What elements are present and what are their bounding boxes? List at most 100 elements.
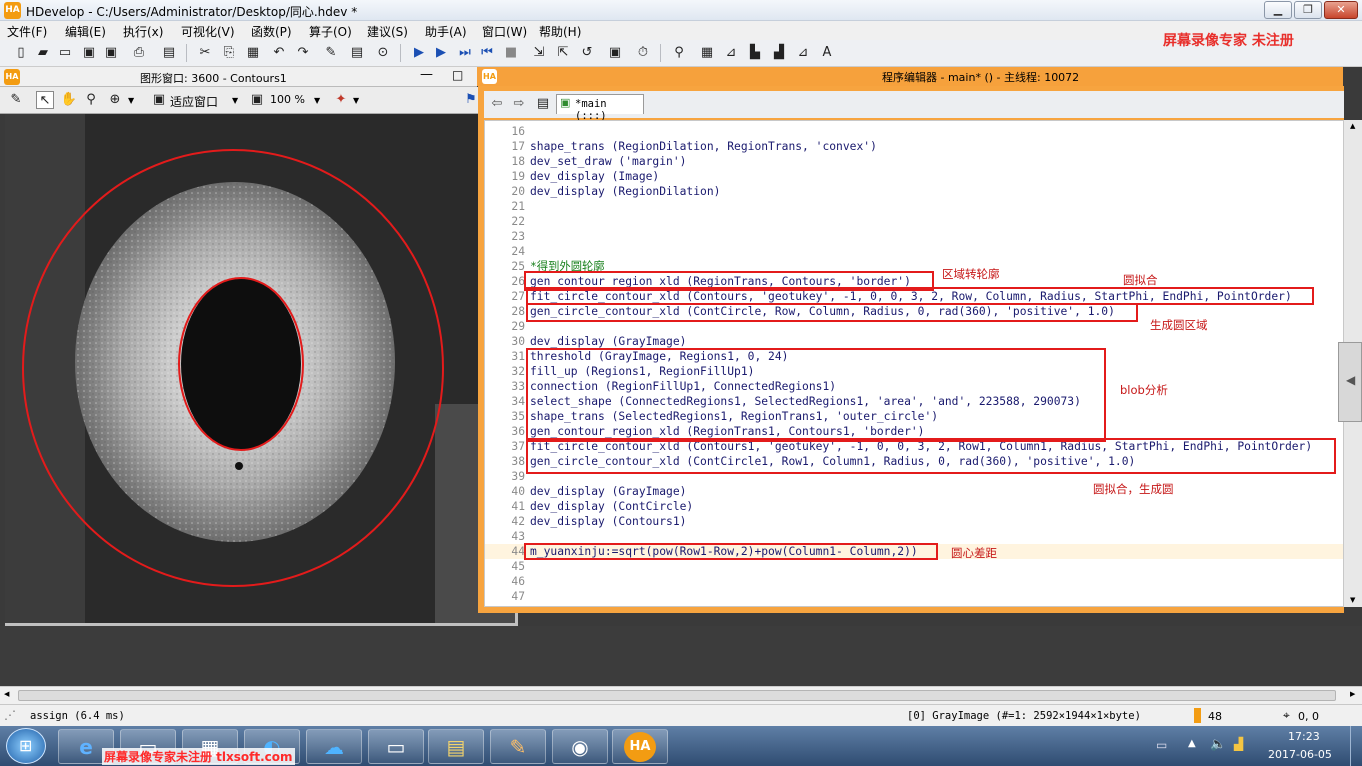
keyboard-icon[interactable]: ▭ [1156, 738, 1167, 752]
step-over-icon[interactable]: ⏭ [456, 44, 474, 62]
save-as-icon[interactable]: ▣ [102, 44, 120, 62]
maximize-icon[interactable]: □ [452, 68, 463, 82]
magnifier-icon[interactable]: ⚲ [82, 91, 100, 109]
tray-expand-icon[interactable]: ▲ [1188, 738, 1196, 749]
edit-program-icon[interactable]: ✎ [322, 44, 340, 62]
menu-window[interactable]: 窗口(W) [482, 23, 527, 40]
new-file-icon[interactable]: ▯ [12, 44, 30, 62]
tab-main[interactable]: ▣ *main (:::) [556, 94, 644, 122]
code-text[interactable]: dev_display (RegionDilation) [530, 184, 720, 199]
menu-help[interactable]: 帮助(H) [539, 23, 581, 40]
code-line[interactable]: 19 dev_display (Image) [485, 169, 1343, 184]
menu-suggestions[interactable]: 建议(S) [367, 23, 408, 40]
code-line[interactable]: 23 [485, 229, 1343, 244]
chevron-down-icon[interactable]: ▼ [128, 96, 134, 105]
code-line[interactable]: 22 [485, 214, 1343, 229]
network-icon[interactable]: ▟ [1234, 737, 1243, 751]
code-text[interactable]: dev_display (ContCircle) [530, 499, 693, 514]
reset-icon[interactable]: ↺ [578, 44, 596, 62]
code-line[interactable]: 21 [485, 199, 1343, 214]
undo-icon[interactable]: ↶ [270, 44, 288, 62]
properties-icon[interactable]: ▤ [160, 44, 178, 62]
ocr-icon[interactable]: A [818, 44, 836, 62]
code-line[interactable]: 17 shape_trans (RegionDilation, RegionTra… [485, 139, 1343, 154]
zoom-icon[interactable]: ⚲ [670, 44, 688, 62]
scroll-right-icon[interactable]: ▶ [1350, 690, 1355, 698]
cut-icon[interactable]: ✂ [196, 44, 214, 62]
timer-icon[interactable]: ⏱ [634, 44, 652, 62]
menu-edit[interactable]: 编辑(E) [65, 23, 106, 40]
code-line[interactable]: 45 [485, 559, 1343, 574]
taskbar-app-paint[interactable]: ✎ [490, 729, 546, 764]
back-arrow-icon[interactable]: ⇦ [488, 95, 506, 113]
taskbar-app-explorer[interactable]: ▤ [428, 729, 484, 764]
chevron-down-icon[interactable]: ▼ [353, 96, 359, 105]
code-line[interactable]: 18 dev_set_draw ('margin') [485, 154, 1343, 169]
code-line[interactable]: 43 [485, 529, 1343, 544]
scroll-left-icon[interactable]: ◀ [4, 690, 9, 698]
chevron-down-icon[interactable]: ▼ [314, 96, 320, 105]
menu-assistants[interactable]: 助手(A) [425, 23, 467, 40]
code-text[interactable]: dev_display (GrayImage) [530, 334, 686, 349]
code-line[interactable]: 30 dev_display (GrayImage) [485, 334, 1343, 349]
menu-operators[interactable]: 算子(O) [309, 23, 352, 40]
code-line[interactable]: 42 dev_display (Contours1) [485, 514, 1343, 529]
run-icon[interactable]: ▶ [410, 44, 428, 62]
paste-icon[interactable]: ▦ [244, 44, 262, 62]
minimize-icon[interactable]: — [420, 67, 433, 82]
active-icon[interactable]: ▣ [606, 44, 624, 62]
redo-icon[interactable]: ↷ [294, 44, 312, 62]
taskbar-app-halcon[interactable]: HA [612, 729, 668, 764]
taskbar-app-4[interactable]: ☁ [306, 729, 362, 764]
fit-window-label[interactable]: 适应窗口 [170, 93, 218, 110]
minimize-button[interactable]: ▁ [1264, 1, 1292, 19]
close-button[interactable]: ✕ [1324, 1, 1358, 19]
show-desktop-button[interactable] [1350, 726, 1362, 766]
step-icon[interactable]: ▶ [432, 44, 450, 62]
zoom-level-label[interactable]: 100 % [270, 93, 305, 106]
code-line[interactable]: 41 dev_display (ContCircle) [485, 499, 1343, 514]
menu-execute[interactable]: 执行(x) [123, 23, 163, 40]
step-out-icon[interactable]: ⇱ [554, 44, 572, 62]
feature-inspection-icon[interactable]: ⊿ [794, 44, 812, 62]
open-folder-icon[interactable]: ▭ [56, 44, 74, 62]
scrollbar-thumb[interactable] [18, 690, 1336, 701]
step-back-icon[interactable]: ⏮ [478, 44, 496, 62]
step-into-icon[interactable]: ⇲ [530, 44, 548, 62]
line-profile-icon[interactable]: ⊿ [722, 44, 740, 62]
print-icon[interactable]: ⎙ [130, 44, 148, 62]
code-text[interactable]: dev_set_draw ('margin') [530, 154, 686, 169]
zoom-in-icon[interactable]: ⊕ [106, 91, 124, 109]
save-icon[interactable]: ▣ [80, 44, 98, 62]
procedure-icon[interactable]: ▤ [534, 95, 552, 113]
stop-icon[interactable]: ■ [502, 44, 520, 62]
scroll-down-icon[interactable]: ▼ [1350, 596, 1355, 604]
copy-icon[interactable]: ⎘ [220, 44, 238, 62]
menu-visualize[interactable]: 可视化(V) [181, 23, 235, 40]
menu-file[interactable]: 文件(F) [7, 23, 47, 40]
horizontal-scrollbar[interactable]: ◀ ▶ [0, 686, 1362, 704]
open-file-icon[interactable]: ▰ [34, 44, 52, 62]
fit-window-icon[interactable]: ▣ [150, 91, 168, 109]
edit-icon[interactable]: ✎ [7, 91, 25, 109]
chevron-down-icon[interactable]: ▼ [232, 96, 238, 105]
taskbar-app-window[interactable]: ▭ [368, 729, 424, 764]
feature-histogram-icon[interactable]: ▟ [770, 44, 788, 62]
insert-icon[interactable]: ▤ [348, 44, 366, 62]
clock-time[interactable]: 17:23 [1288, 730, 1320, 743]
forward-arrow-icon[interactable]: ⇨ [510, 95, 528, 113]
code-line[interactable]: 24 [485, 244, 1343, 259]
graphics-canvas[interactable] [5, 114, 518, 626]
gray-histogram-icon[interactable]: ▦ [698, 44, 716, 62]
code-text[interactable]: dev_display (Image) [530, 169, 659, 184]
histogram-icon[interactable]: ▙ [746, 44, 764, 62]
code-text[interactable]: dev_display (GrayImage) [530, 484, 686, 499]
clock-date[interactable]: 2017-06-05 [1268, 748, 1332, 761]
scroll-up-icon[interactable]: ▲ [1350, 122, 1355, 130]
code-text[interactable]: dev_display (Contours1) [530, 514, 686, 529]
code-line[interactable]: 47 [485, 589, 1343, 604]
hand-icon[interactable]: ✋ [60, 91, 78, 109]
start-orb-icon[interactable]: ⊞ [6, 728, 46, 764]
side-panel-toggle[interactable]: ◀ [1338, 342, 1362, 422]
binoculars-icon[interactable]: ⊙ [374, 44, 392, 62]
